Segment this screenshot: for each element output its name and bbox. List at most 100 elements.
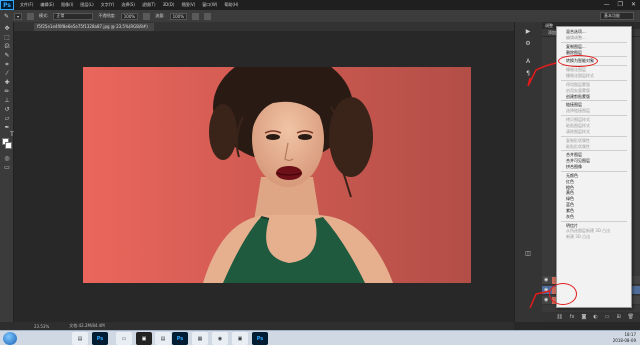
tools-panel: ✥ ⬚ ᘏ ✎ ⌗ ⁄ ✚ ✏ ⊥ ↺ ▱ ✒ T ◎ ▭ — [0, 22, 14, 322]
menu-item[interactable]: 窗口(W) — [202, 2, 217, 8]
layer-context-menu: 混合选项... 编辑调整... 复制图层... 删除图层 转换为智能对象 栅格化图层 栅格化… — [556, 26, 632, 308]
context-menu-item: 新建 3D 凸出 — [566, 234, 591, 240]
menu-item[interactable]: 视图(V) — [181, 2, 195, 8]
menu-item[interactable]: 文件(F) — [20, 2, 33, 8]
screen-mode-icon[interactable]: ▭ — [3, 165, 11, 171]
menu-separator — [561, 135, 627, 137]
viewer-app-icon[interactable]: ▣ — [232, 332, 248, 345]
document-app-icon[interactable]: ▤ — [155, 332, 171, 345]
taskbar: ▤ Ps ▭ ▣ ▤ Ps ▦ ◉ ▣ Ps 18:17 2018-08-09 — [0, 330, 640, 345]
highlight-circle — [549, 283, 577, 305]
folder-icon[interactable]: ▭ — [605, 314, 610, 320]
ps-logo: Ps — [0, 0, 14, 10]
eraser-tool-icon[interactable]: ▱ — [3, 116, 11, 122]
arrow-annotation — [529, 290, 551, 309]
menu-item[interactable]: 选择(S) — [121, 2, 135, 8]
workspace-select[interactable]: 基本功能 — [600, 12, 634, 20]
marquee-tool-icon[interactable]: ⬚ — [3, 35, 11, 41]
context-menu-item: 选择链接图层 — [566, 108, 590, 114]
menu-item[interactable]: 滤镜(T) — [142, 2, 156, 8]
arrow-annotation — [527, 62, 557, 87]
brush-tool-icon[interactable]: ✏ — [3, 89, 11, 95]
menu-separator — [561, 150, 627, 152]
crop-tool-icon[interactable]: ⌗ — [3, 62, 11, 68]
lasso-tool-icon[interactable]: ᘏ — [3, 44, 11, 50]
quick-mask-icon[interactable]: ◎ — [3, 156, 11, 162]
zoom-level[interactable]: 23.53% — [34, 324, 49, 329]
channels-panel-icon[interactable]: ◫ — [523, 250, 533, 258]
context-menu-item: 编辑调整... — [566, 34, 586, 40]
brush-size-picker[interactable]: ▾ — [14, 12, 23, 20]
menu-item[interactable]: 图像(I) — [61, 2, 73, 8]
healing-tool-icon[interactable]: ✚ — [3, 80, 11, 86]
maximize-button[interactable]: ❐ — [618, 1, 623, 8]
quick-select-tool-icon[interactable]: ✎ — [3, 53, 11, 59]
files-app-icon[interactable]: ▦ — [192, 332, 208, 345]
close-button[interactable]: ✕ — [631, 1, 636, 8]
system-tray-clock[interactable]: 18:17 2018-08-09 — [613, 332, 636, 344]
context-menu-item: 清除图层样式 — [566, 128, 590, 134]
eyedropper-tool-icon[interactable]: ⁄ — [3, 71, 11, 77]
flow-field[interactable]: 100% — [169, 12, 187, 20]
context-menu-item: 栅格化图层样式 — [566, 73, 594, 79]
brush-tool-icon[interactable]: ✎ — [4, 13, 9, 20]
stamp-tool-icon[interactable]: ⊥ — [3, 98, 11, 104]
pressure-opacity-icon[interactable] — [143, 12, 151, 20]
properties-panel-icon[interactable]: ⚙ — [523, 40, 533, 48]
history-brush-icon[interactable]: ↺ — [3, 107, 11, 113]
new-layer-icon[interactable]: ⊞ — [616, 314, 620, 320]
photoshop-app-icon[interactable]: Ps — [252, 332, 268, 345]
mode-select[interactable]: 正常 — [53, 12, 94, 20]
move-tool-icon[interactable]: ✥ — [3, 26, 11, 32]
airbrush-icon[interactable] — [192, 12, 199, 20]
document-tab[interactable]: f5f25e1e4f0f8e6e5e75f1328a87.jpg @ 23.5%… — [34, 23, 154, 31]
history-panel-icon[interactable]: ▶ — [523, 28, 533, 36]
minimize-button[interactable]: — — [604, 1, 610, 8]
photoshop-app-icon[interactable]: Ps — [172, 332, 188, 345]
menu-separator — [561, 115, 627, 117]
opacity-field[interactable]: 100% — [120, 12, 139, 20]
menu-item[interactable]: 文字(Y) — [101, 2, 115, 8]
context-menu-item[interactable]: 灰色 — [557, 214, 631, 220]
menu-separator — [561, 100, 627, 102]
photoshop-window: Ps 文件(F) 编辑(E) 图像(I) 图层(L) 文字(Y) 选择(S) 滤镜(T) 3D… — [0, 0, 640, 345]
menu-separator — [561, 220, 627, 222]
menu-bar: Ps 文件(F) 编辑(E) 图像(I) 图层(L) 文字(Y) 选择(S) 滤镜(T) 3D… — [0, 0, 640, 10]
mode-label: 模式: — [39, 13, 49, 18]
menu-separator — [561, 170, 627, 172]
trash-icon[interactable]: 🗑 — [628, 314, 634, 320]
photoshop-app-icon[interactable]: Ps — [92, 332, 108, 345]
link-icon[interactable]: ⛓ — [556, 314, 562, 320]
menu-separator — [561, 41, 627, 43]
menu-items: 文件(F) 编辑(E) 图像(I) 图层(L) 文字(Y) 选择(S) 滤镜(T) 3D(D)… — [20, 2, 238, 8]
context-menu-item[interactable]: 拼合图像 — [557, 164, 631, 170]
eye-icon[interactable]: ◉ — [544, 276, 548, 285]
chrome-app-icon[interactable]: ◉ — [212, 332, 228, 345]
media-app-icon[interactable]: ▣ — [136, 332, 152, 345]
background-color-swatch[interactable] — [5, 142, 12, 149]
brush-panel-icon[interactable] — [27, 12, 35, 20]
canvas-area[interactable] — [14, 31, 514, 322]
mask-icon[interactable]: ◙ — [581, 314, 586, 320]
context-menu-item[interactable]: 删除图层 — [557, 50, 631, 56]
pressure-size-icon[interactable] — [204, 12, 211, 20]
context-menu-item: 粘贴形状属性 — [566, 143, 590, 149]
start-button[interactable] — [3, 332, 17, 345]
fx-icon[interactable]: fx — [570, 314, 575, 320]
opacity-label: 不透明度: — [98, 13, 116, 18]
layers-footer: ⛓ fx ◙ ◐ ▭ ⊞ 🗑 — [542, 312, 640, 322]
context-menu-item[interactable]: 创建剪贴蒙版 — [557, 94, 631, 100]
menu-item[interactable]: 编辑(E) — [40, 2, 54, 8]
status-bar: 23.53% 文档:42.2M/84.4M — [0, 322, 514, 330]
portrait-illustration — [83, 67, 471, 283]
menu-separator — [561, 79, 627, 81]
adjust-icon[interactable]: ◐ — [593, 314, 597, 320]
clock-date: 2018-08-09 — [612, 338, 636, 343]
menu-item[interactable]: 帮助(H) — [224, 2, 238, 8]
menu-item[interactable]: 图层(L) — [80, 2, 93, 8]
menu-item[interactable]: 3D(D) — [163, 2, 175, 8]
options-bar: ✎ ▾ 模式: 正常 不透明度: 100% 流量: 100% 基本功能 — [0, 10, 640, 22]
photo-canvas[interactable] — [83, 67, 471, 283]
monitor-app-icon[interactable]: ▭ — [116, 332, 132, 345]
folder-app-icon[interactable]: ▤ — [72, 332, 88, 345]
